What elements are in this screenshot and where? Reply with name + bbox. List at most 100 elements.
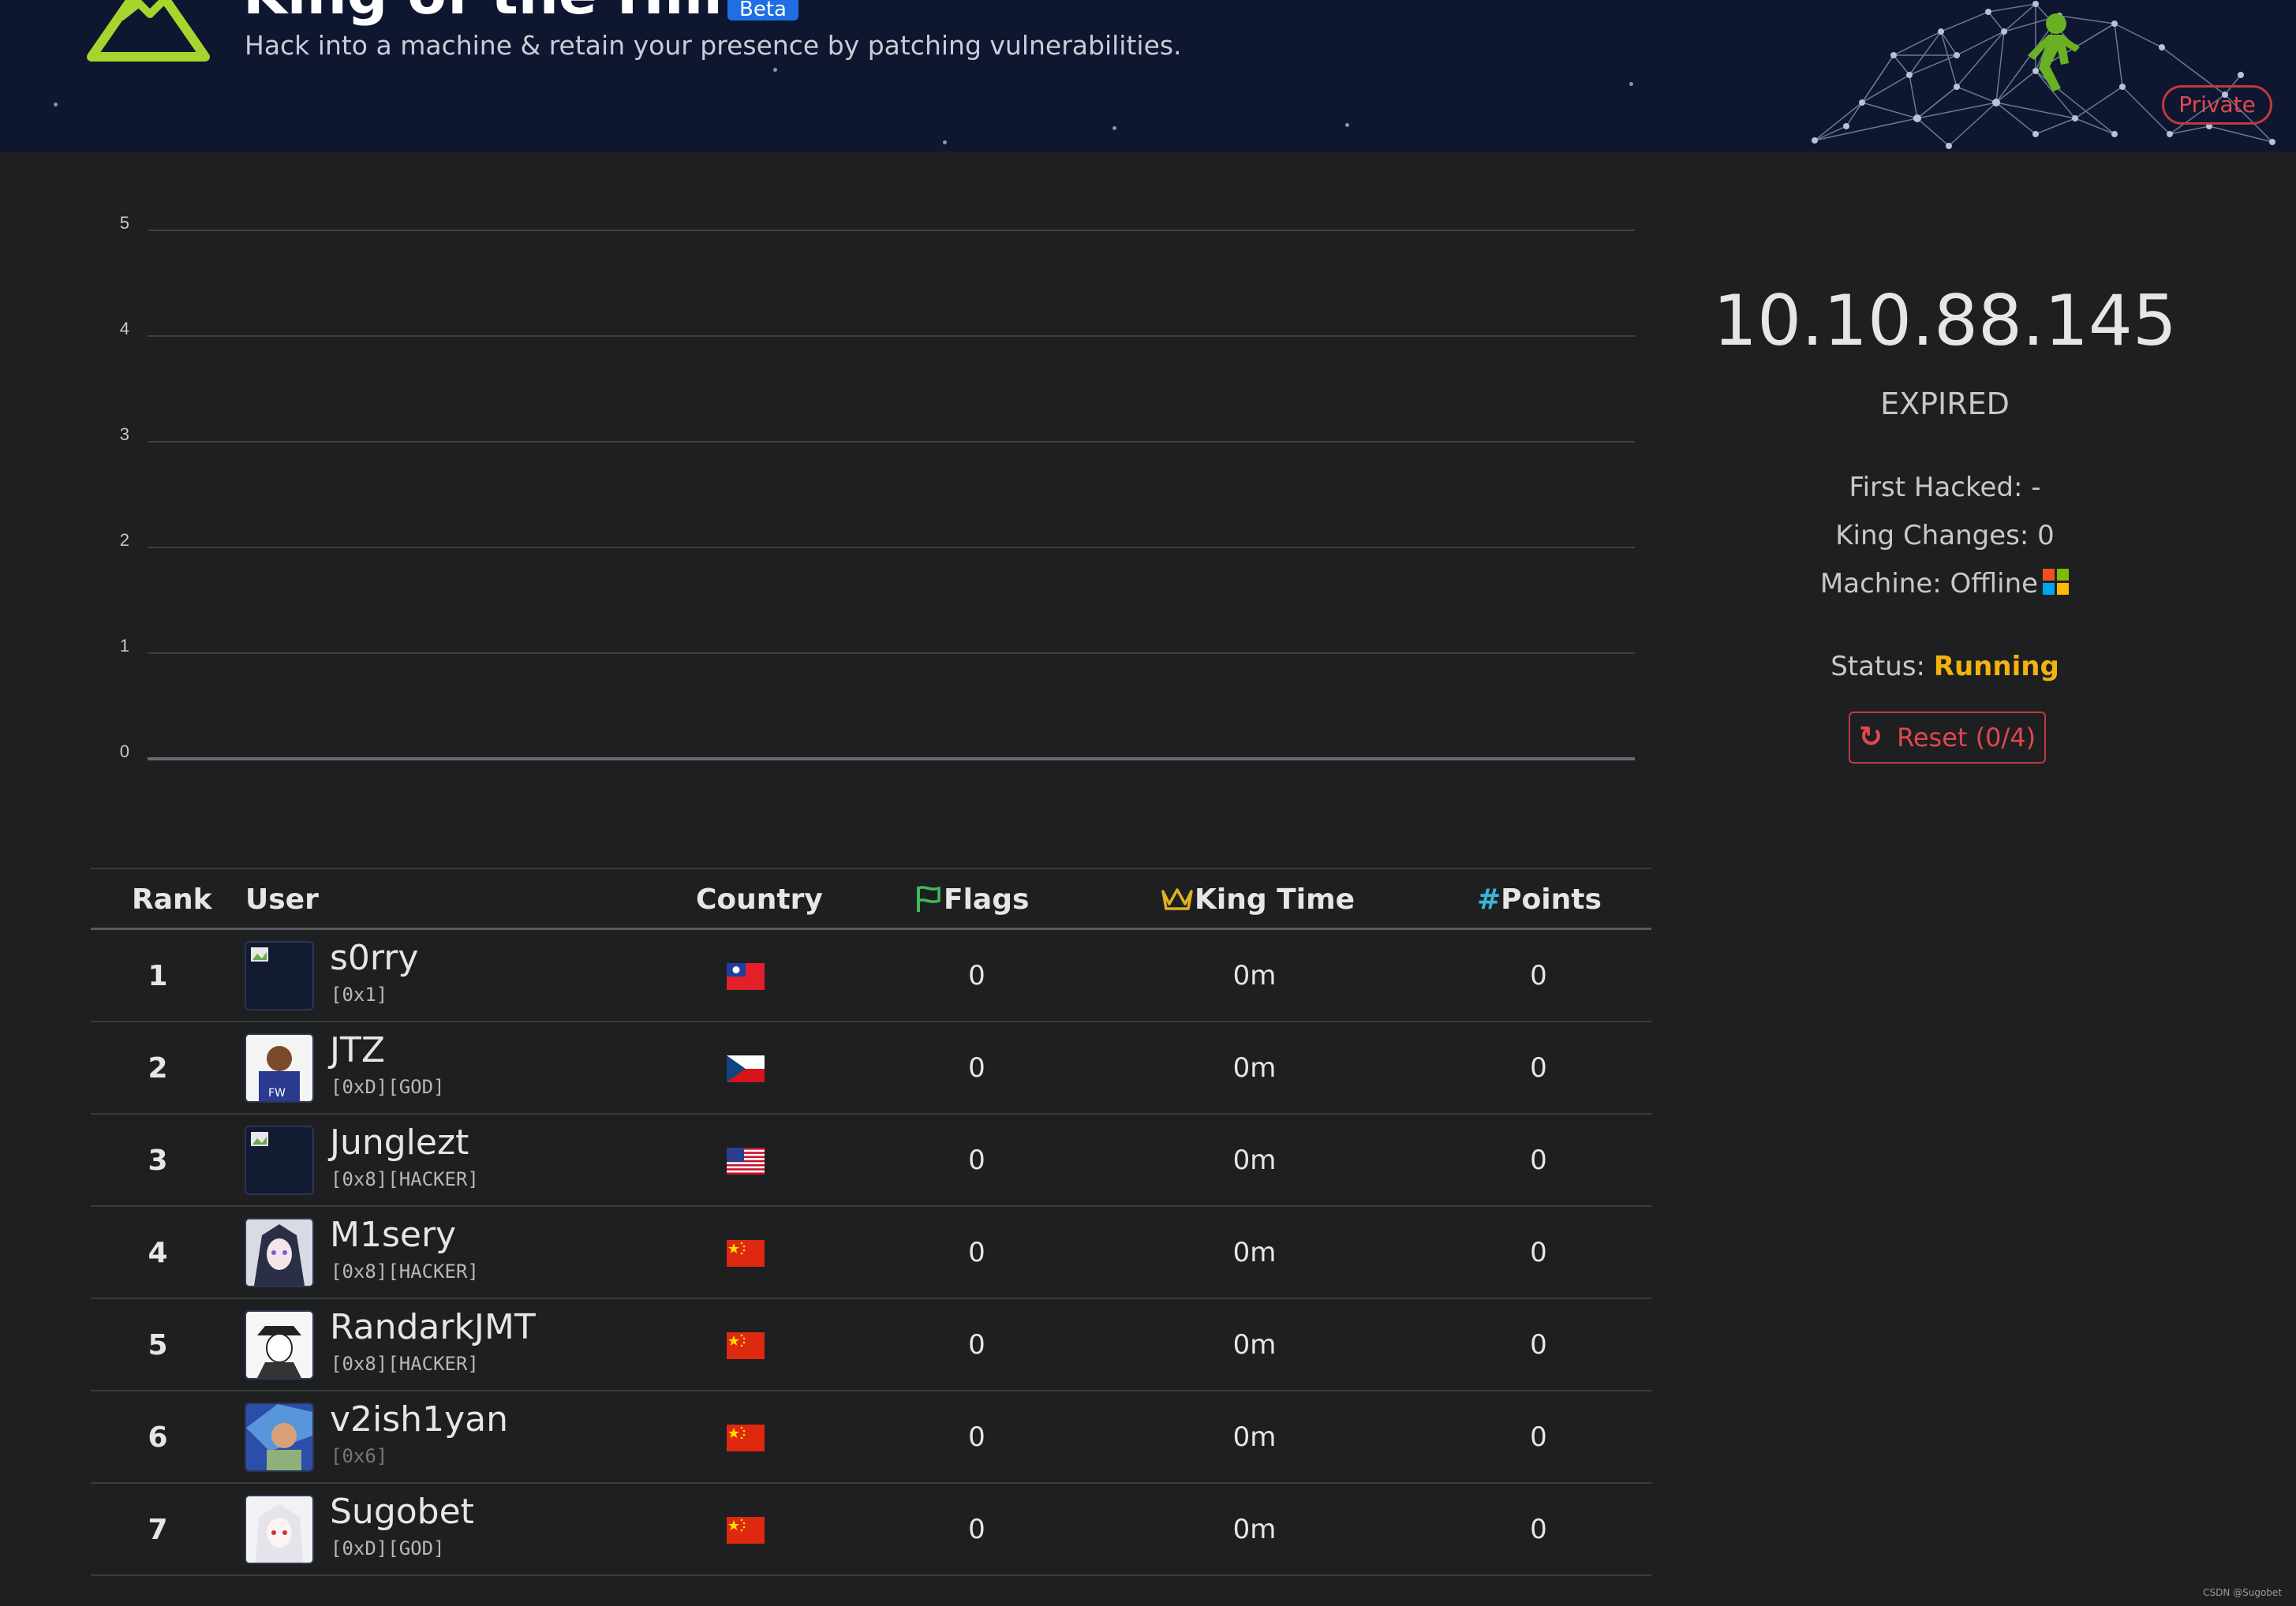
star-decoration bbox=[773, 68, 777, 72]
star-decoration bbox=[1345, 123, 1349, 127]
first-hacked: First Hacked: - bbox=[1849, 472, 2041, 503]
china-flag-icon bbox=[727, 1332, 765, 1359]
header-rank: Rank bbox=[132, 883, 212, 916]
username-link[interactable]: s0rry bbox=[330, 938, 418, 978]
points-cell: 0 bbox=[1530, 1514, 1547, 1545]
king-time-cell: 0m bbox=[1232, 1052, 1277, 1084]
header-country: Country bbox=[696, 883, 823, 916]
private-button[interactable]: Private bbox=[2162, 85, 2272, 125]
reset-button-label: Reset (0/4) bbox=[1897, 723, 2036, 753]
username-link[interactable]: RandarkJMT bbox=[330, 1307, 536, 1347]
taiwan-flag-icon bbox=[727, 963, 765, 990]
rank-cell: 5 bbox=[148, 1329, 168, 1361]
header-points: #Points bbox=[1477, 883, 1602, 916]
user-level: [0x8][HACKER] bbox=[331, 1168, 479, 1190]
rank-cell: 6 bbox=[148, 1421, 168, 1454]
user-level: [0x1] bbox=[331, 984, 388, 1006]
username-link[interactable]: M1sery bbox=[330, 1215, 456, 1255]
king-time-cell: 0m bbox=[1232, 960, 1277, 992]
status-label: Status: bbox=[1830, 651, 1925, 682]
user-level: [0x8][HACKER] bbox=[331, 1353, 479, 1375]
user-level: [0x8][HACKER] bbox=[331, 1261, 479, 1283]
machine-ip: 10.10.88.145 bbox=[1713, 280, 2177, 361]
status-line: Status: Running bbox=[1688, 651, 2201, 682]
rank-cell: 3 bbox=[148, 1145, 168, 1177]
watermark: CSDN @Sugobet bbox=[2203, 1587, 2282, 1598]
user-avatar[interactable] bbox=[245, 941, 314, 1010]
header-king-time: King Time bbox=[1160, 883, 1355, 916]
table-row: 1 s0rry [0x1] 0 0m 0 bbox=[91, 930, 1651, 1022]
king-changes: King Changes: 0 bbox=[1835, 520, 2055, 551]
table-row: 7 Sugobet [0xD][GOD] 0 0m 0 bbox=[91, 1484, 1651, 1576]
hash-icon: # bbox=[1477, 883, 1501, 916]
machine-state: EXPIRED bbox=[1880, 387, 2010, 421]
crown-icon bbox=[1161, 888, 1193, 910]
rank-cell: 2 bbox=[148, 1052, 168, 1085]
y-tick-label: 1 bbox=[120, 636, 129, 655]
reset-button[interactable]: ↻ Reset (0/4) bbox=[1849, 711, 2046, 764]
username-link[interactable]: Sugobet bbox=[330, 1492, 474, 1532]
username-link[interactable]: v2ish1yan bbox=[330, 1399, 508, 1440]
beta-badge: Beta bbox=[727, 0, 798, 21]
username-link[interactable]: Junglezt bbox=[330, 1122, 469, 1163]
king-time-cell: 0m bbox=[1232, 1329, 1277, 1361]
page-title: King of the Hill bbox=[243, 0, 723, 27]
page-subtitle: Hack into a machine & retain your presen… bbox=[245, 30, 1182, 61]
king-time-cell: 0m bbox=[1232, 1145, 1277, 1176]
username-link[interactable]: JTZ bbox=[330, 1030, 385, 1070]
user-avatar[interactable] bbox=[245, 1126, 314, 1195]
points-cell: 0 bbox=[1530, 1052, 1547, 1084]
flag-icon bbox=[917, 886, 940, 912]
user-avatar[interactable] bbox=[245, 1402, 314, 1472]
table-row: 2 FW JTZ [0xD][GOD] 0 0m 0 bbox=[91, 1022, 1651, 1115]
united-states-flag-icon bbox=[727, 1148, 765, 1175]
flags-cell: 0 bbox=[968, 1145, 985, 1176]
table-row: 3 Junglezt [0x8][HACKER] 0 0m 0 bbox=[91, 1115, 1651, 1207]
status-value: Running bbox=[1933, 651, 2059, 682]
user-avatar[interactable] bbox=[245, 1218, 314, 1287]
machine-status-line: Machine: Offline bbox=[1688, 568, 2201, 599]
y-tick-label: 4 bbox=[120, 319, 129, 338]
refresh-icon: ↻ bbox=[1858, 721, 1883, 753]
king-time-cell: 0m bbox=[1232, 1421, 1277, 1453]
star-decoration bbox=[1112, 126, 1116, 130]
user-level: [0x6] bbox=[331, 1445, 388, 1467]
star-decoration bbox=[1629, 82, 1633, 86]
table-row: 5 RandarkJMT [0x8][HACKER] 0 0m 0 bbox=[91, 1299, 1651, 1391]
machine-status: Machine: Offline bbox=[1819, 568, 2039, 599]
points-cell: 0 bbox=[1530, 1421, 1547, 1453]
flags-cell: 0 bbox=[968, 1329, 985, 1361]
china-flag-icon bbox=[727, 1240, 765, 1267]
header-flags: Flags bbox=[914, 883, 1029, 916]
y-tick-label: 2 bbox=[120, 530, 129, 550]
user-level: [0xD][GOD] bbox=[331, 1537, 445, 1559]
header-user: User bbox=[245, 883, 319, 916]
user-avatar[interactable]: FW bbox=[245, 1033, 314, 1103]
czechia-flag-icon bbox=[727, 1055, 765, 1082]
king-time-cell: 0m bbox=[1232, 1237, 1277, 1268]
y-tick-label: 3 bbox=[120, 424, 129, 444]
page-header: King of the Hill Beta Hack into a machin… bbox=[0, 0, 2296, 151]
rank-cell: 7 bbox=[148, 1514, 168, 1546]
points-cell: 0 bbox=[1530, 1329, 1547, 1361]
user-avatar[interactable] bbox=[245, 1310, 314, 1380]
svg-text:FW: FW bbox=[268, 1087, 286, 1100]
star-decoration bbox=[54, 103, 58, 106]
y-tick-label: 5 bbox=[120, 213, 129, 233]
points-cell: 0 bbox=[1530, 1145, 1547, 1176]
flags-cell: 0 bbox=[968, 1421, 985, 1453]
flags-cell: 0 bbox=[968, 960, 985, 992]
flags-cell: 0 bbox=[968, 1514, 985, 1545]
user-level: [0xD][GOD] bbox=[331, 1076, 445, 1098]
points-cell: 0 bbox=[1530, 960, 1547, 992]
points-cell: 0 bbox=[1530, 1237, 1547, 1268]
table-header: Rank User Country Flags King Time #Point… bbox=[91, 869, 1651, 928]
user-avatar[interactable] bbox=[245, 1495, 314, 1564]
star-decoration bbox=[943, 140, 947, 144]
table-row: 4 M1sery [0x8][HACKER] 0 0m 0 bbox=[91, 1207, 1651, 1299]
windows-icon bbox=[2043, 569, 2070, 596]
china-flag-icon bbox=[727, 1425, 765, 1451]
y-tick-label: 0 bbox=[120, 741, 129, 761]
flags-cell: 0 bbox=[968, 1237, 985, 1268]
mountain-logo-icon bbox=[87, 0, 210, 62]
